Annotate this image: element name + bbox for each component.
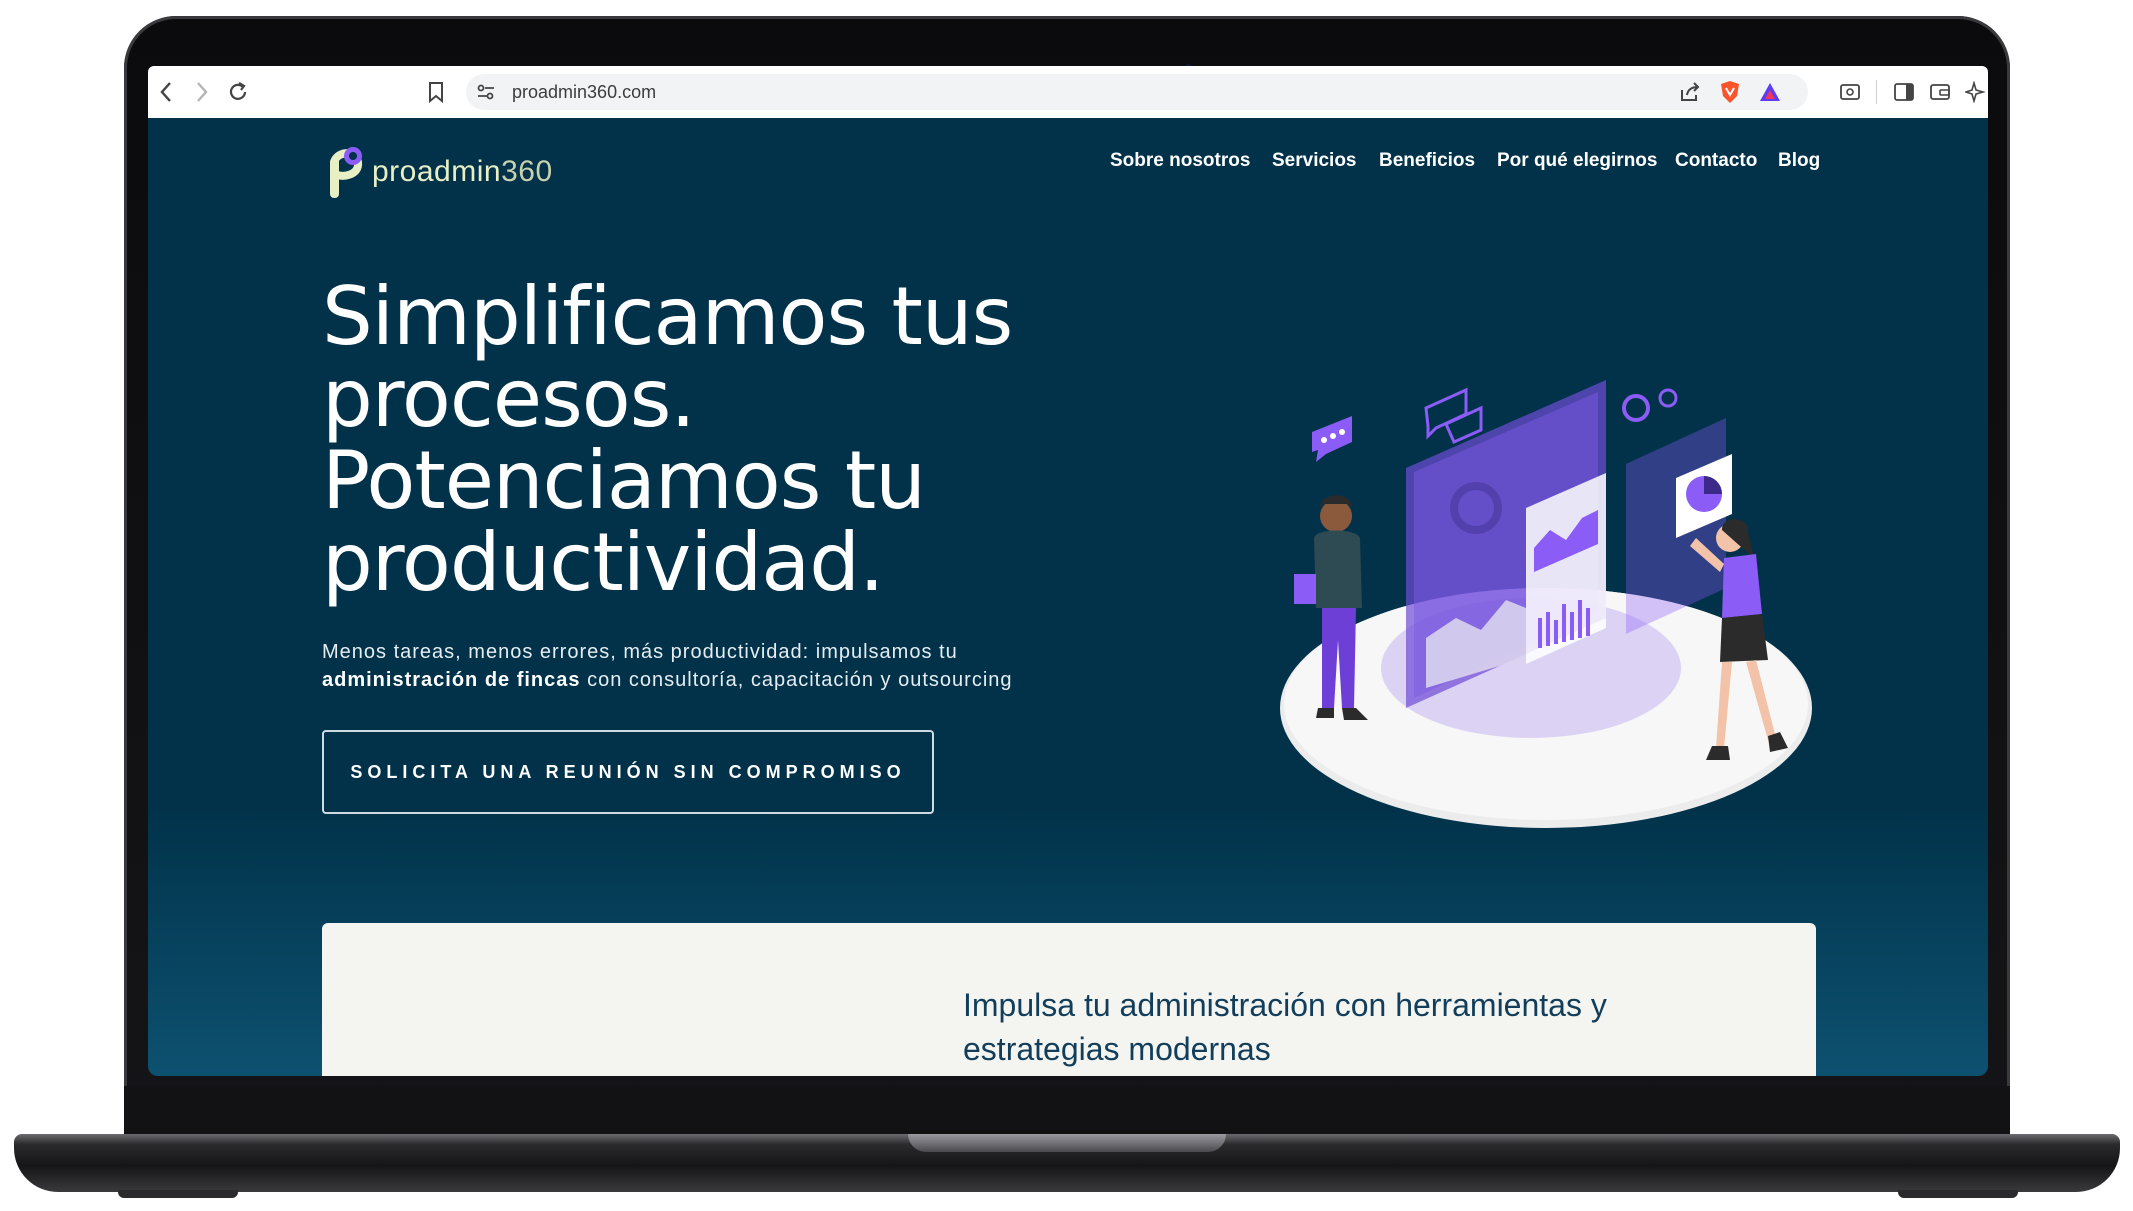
sidebar-icon[interactable] [1890,78,1918,106]
laptop-foot-left [118,1190,238,1198]
hero-title: Simplificamos tus procesos. Potenciamos … [322,276,1222,604]
hero-title-line: Simplificamos tus [322,270,1013,363]
wallet-icon[interactable] [1926,78,1954,106]
main-nav: Sobre nosotros Servicios Beneficios Por … [148,118,1988,198]
laptop-foot-right [1898,1190,2018,1198]
website: proadmin360 Sobre nosotros Servicios Ben… [148,118,1988,1076]
nav-contacto[interactable]: Contacto [1675,150,1757,172]
hero-subtitle: Menos tareas, menos errores, más product… [322,641,1013,691]
site-settings-icon[interactable] [472,78,500,106]
nav-por-que-elegirnos[interactable]: Por qué elegirnos [1497,150,1657,172]
section-title: Impulsa tu administración con herramient… [963,987,1607,1067]
features-card: Impulsa tu administración con herramient… [322,923,1816,1076]
nav-servicios[interactable]: Servicios [1272,150,1357,172]
hero-title-line: productividad. [322,516,885,609]
brave-rewards-icon[interactable] [1756,78,1784,106]
screenshot-icon[interactable] [1836,78,1864,106]
address-bar[interactable]: proadmin360.com [466,74,1808,110]
laptop-screen: proadmin360.com proadmin360 Sobre nosotr… [148,66,1988,1076]
forward-icon[interactable] [188,78,216,106]
brave-shield-icon[interactable] [1716,78,1744,106]
laptop-notch [908,1134,1226,1152]
toolbar-divider [1876,80,1877,104]
reload-icon[interactable] [224,78,252,106]
hero-title-line: Potenciamos tu [322,434,926,527]
nav-blog[interactable]: Blog [1778,150,1820,172]
back-icon[interactable] [152,78,180,106]
url-text[interactable]: proadmin360.com [512,82,656,103]
laptop-chin [124,1086,2010,1136]
hero-title-line: procesos. [322,352,696,445]
hero-illustration [1280,380,1812,828]
nav-sobre-nosotros[interactable]: Sobre nosotros [1110,150,1250,172]
request-meeting-button[interactable]: SOLICITA UNA REUNIÓN SIN COMPROMISO [322,730,934,814]
browser-toolbar: proadmin360.com [148,66,1988,119]
leo-ai-icon[interactable] [1962,78,1988,106]
share-icon[interactable] [1676,78,1704,106]
bookmark-icon[interactable] [422,78,450,106]
nav-beneficios[interactable]: Beneficios [1379,150,1475,172]
